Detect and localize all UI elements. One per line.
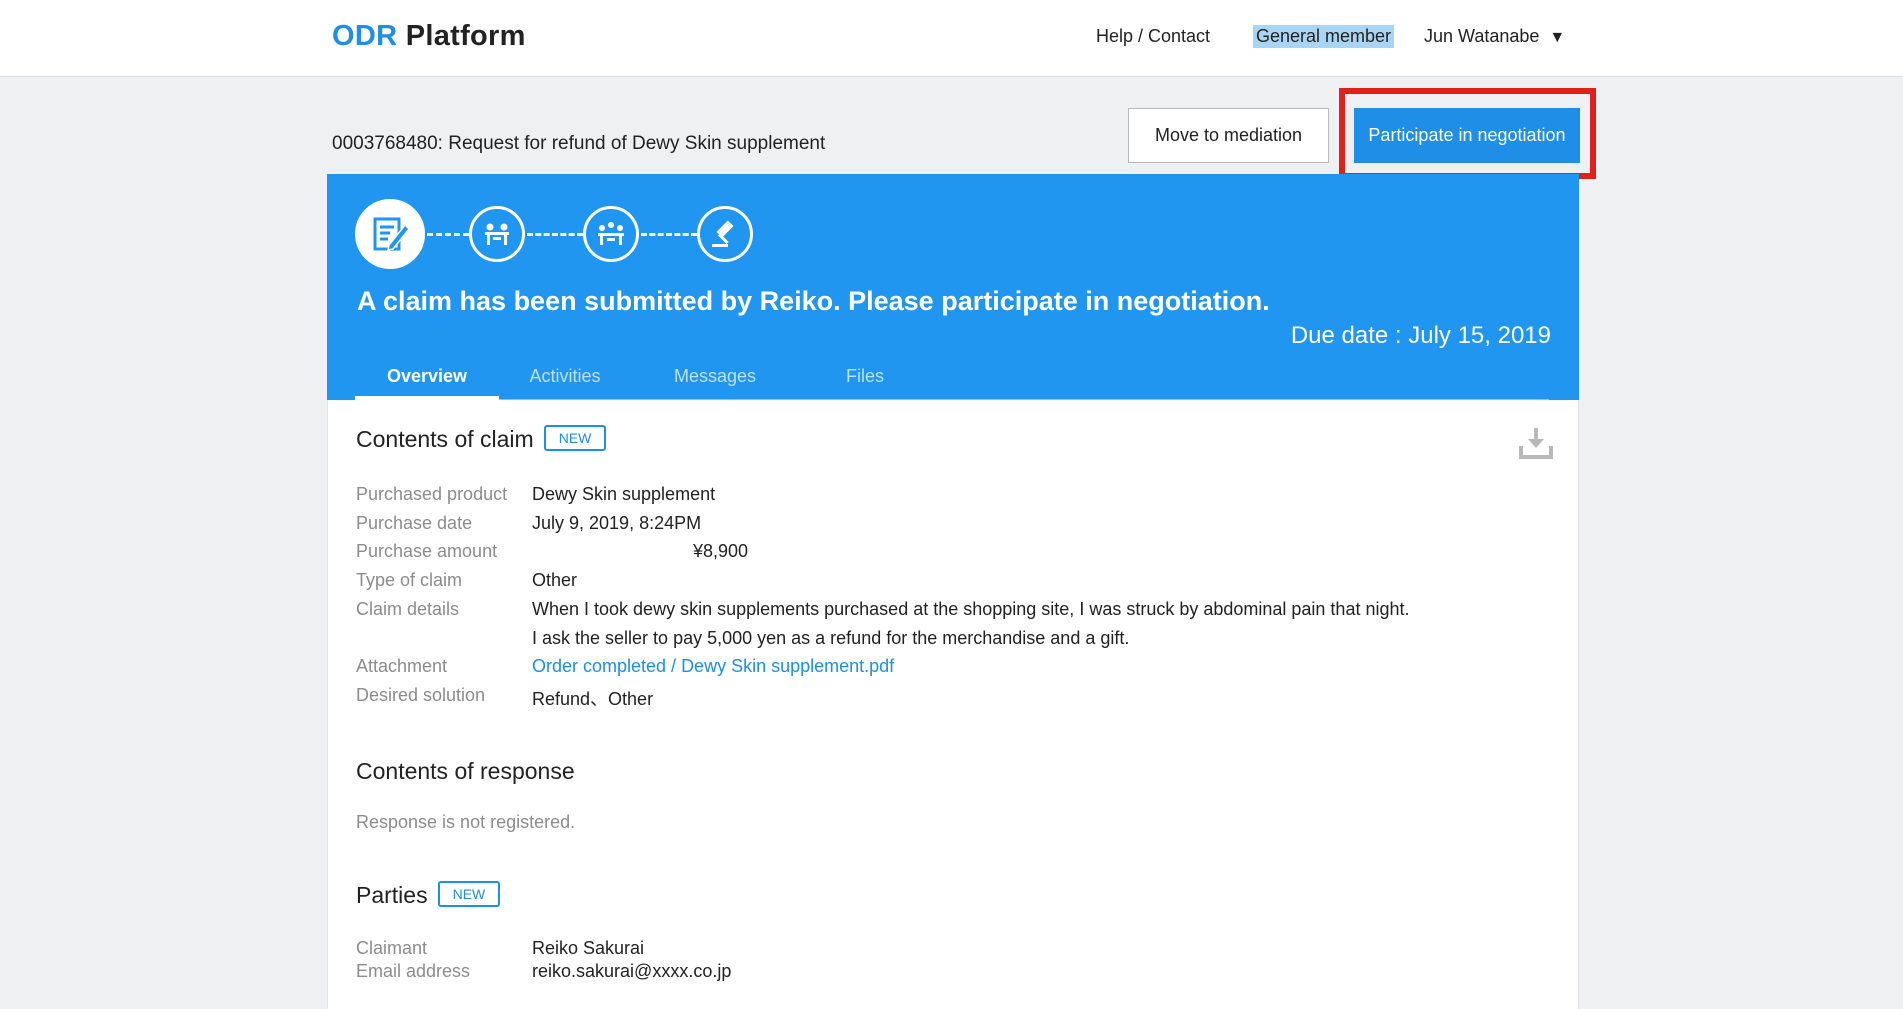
field-value: Refund、Other <box>532 689 654 709</box>
due-date: Due date : July 15, 2019 <box>1290 322 1551 349</box>
step-connector <box>641 233 697 236</box>
field-value: I ask the seller to pay 5,000 yen as a r… <box>532 628 1130 648</box>
field-label: Purchase amount <box>356 541 498 561</box>
field-label: Purchased product <box>356 484 508 504</box>
field-value: When I took dewy skin supplements purcha… <box>532 599 1410 619</box>
field-label: Type of claim <box>356 570 463 590</box>
field-label: Purchase date <box>356 513 473 533</box>
mediation-icon <box>583 206 639 262</box>
member-type-badge: General member <box>1253 25 1395 48</box>
case-status-header: A claim has been submitted by Reiko. Ple… <box>327 174 1579 400</box>
logo-odr: ODR <box>332 20 398 52</box>
field-label: Claimant <box>356 938 428 958</box>
field-value: July 9, 2019, 8:24PM <box>532 513 702 533</box>
field-value: Reiko Sakurai <box>532 938 645 958</box>
response-empty-text: Response is not registered. <box>356 812 576 832</box>
field-value: ¥8,900 <box>693 541 749 561</box>
top-bar: ODR Platform Help / Contact General memb… <box>0 0 1903 77</box>
step-connector <box>427 233 469 236</box>
field-label: Claim details <box>356 599 460 619</box>
download-icon[interactable] <box>1518 426 1554 460</box>
tab-messages[interactable]: Messages <box>655 366 775 387</box>
tab-activities[interactable]: Activities <box>505 366 625 387</box>
user-menu[interactable]: Jun Watanabe ▼ <box>1424 26 1565 47</box>
claim-document-icon <box>355 199 425 269</box>
logo-platform: Platform <box>405 20 526 52</box>
new-badge: NEW <box>543 424 607 451</box>
case-overview-panel: Contents of claim NEW Purchased product D… <box>327 400 1579 1009</box>
field-label: Attachment <box>356 656 448 676</box>
response-section-title: Contents of response <box>356 758 575 784</box>
field-value: Dewy Skin supplement <box>532 484 716 504</box>
participate-in-negotiation-button[interactable]: Participate in negotiation <box>1354 108 1580 163</box>
field-label: Email address <box>356 961 471 981</box>
tab-overview[interactable]: Overview <box>355 366 499 387</box>
help-contact-link[interactable]: Help / Contact <box>1096 26 1210 47</box>
parties-section-title: Parties NEW <box>356 880 501 910</box>
new-badge: NEW <box>437 880 501 907</box>
claim-section-title: Contents of claim NEW <box>356 424 607 454</box>
user-name: Jun Watanabe <box>1424 26 1540 46</box>
case-tabs: Overview Activities Messages Files <box>355 358 1549 400</box>
parties-section-label: Parties <box>356 882 428 908</box>
app-logo[interactable]: ODR Platform <box>332 20 526 53</box>
field-label: Desired solution <box>356 685 486 705</box>
gavel-icon <box>697 206 753 262</box>
attachment-link[interactable]: Order completed / Dewy Skin supplement.p… <box>532 656 894 677</box>
caret-down-icon: ▼ <box>1549 29 1566 46</box>
field-value: Other <box>532 570 578 590</box>
tab-files[interactable]: Files <box>805 366 925 387</box>
move-to-mediation-button[interactable]: Move to mediation <box>1128 108 1329 163</box>
claim-section-label: Contents of claim <box>356 426 534 452</box>
case-title: 0003768480: Request for refund of Dewy S… <box>332 133 826 154</box>
field-value: reiko.sakurai@xxxx.co.jp <box>532 961 732 981</box>
status-message: A claim has been submitted by Reiko. Ple… <box>357 286 1270 316</box>
negotiation-icon <box>469 206 525 262</box>
step-connector <box>527 233 583 236</box>
